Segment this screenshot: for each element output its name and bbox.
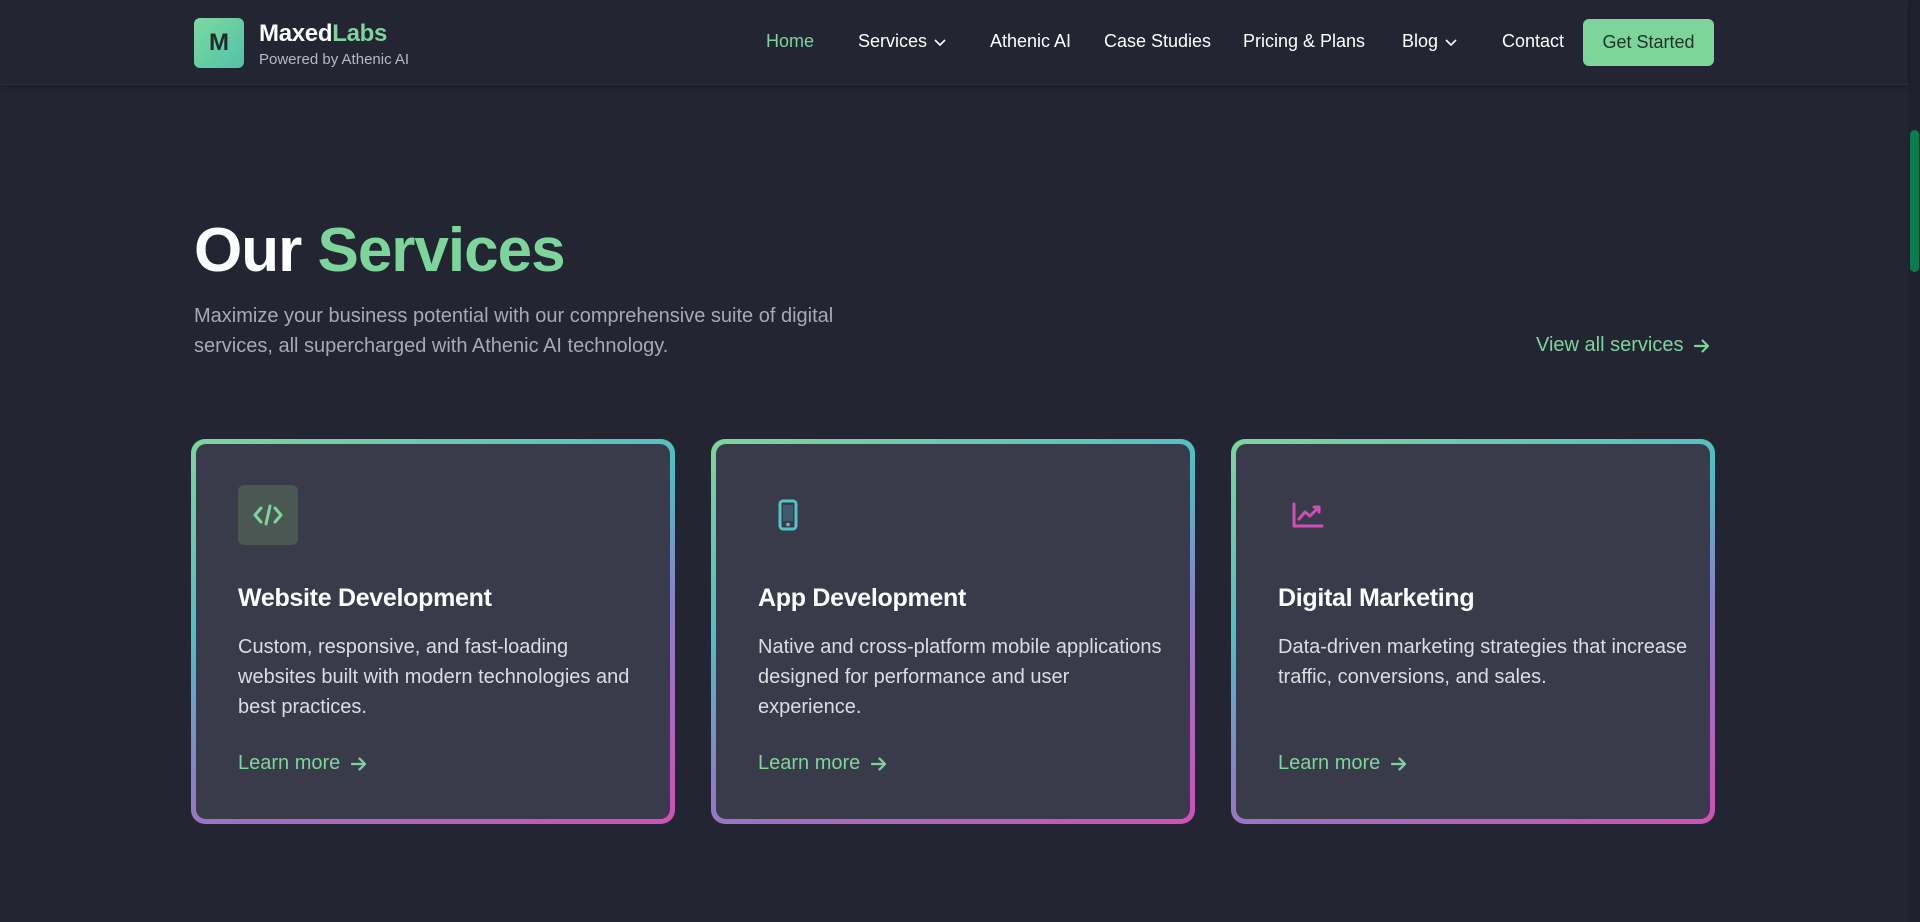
service-card-body: Website Development Custom, responsive, … — [196, 444, 670, 819]
service-card-app-development[interactable]: App Development Native and cross-platfor… — [711, 439, 1195, 824]
section-title: Our Services — [194, 215, 566, 286]
get-started-button[interactable]: Get Started — [1583, 19, 1714, 66]
nav-athenic-ai[interactable]: Athenic AI — [990, 31, 1071, 52]
service-card-title: Digital Marketing — [1278, 584, 1475, 612]
service-card-title: App Development — [758, 584, 967, 612]
learn-more-link[interactable]: Learn more — [1278, 752, 1408, 775]
service-card-title: Website Development — [238, 584, 492, 612]
learn-more-label: Learn more — [758, 752, 861, 774]
service-card-body: App Development Native and cross-platfor… — [716, 444, 1190, 819]
arrow-right-icon — [1694, 338, 1710, 353]
arrow-right-icon — [1391, 756, 1407, 771]
arrow-right-icon — [871, 756, 887, 771]
nav-case-studies[interactable]: Case Studies — [1104, 31, 1211, 52]
scrollbar-thumb[interactable] — [1910, 130, 1919, 272]
service-card-digital-marketing[interactable]: Digital Marketing Data-driven marketing … — [1231, 439, 1715, 824]
chevron-down-icon — [934, 38, 946, 46]
mobile-phone-icon — [758, 485, 818, 545]
learn-more-link[interactable]: Learn more — [758, 752, 888, 775]
nav-pricing-plans-label: Pricing & Plans — [1243, 31, 1366, 51]
view-all-services-label: View all services — [1536, 334, 1684, 356]
chart-line-icon — [1278, 485, 1338, 545]
learn-more-link[interactable]: Learn more — [238, 752, 368, 775]
nav-home-label: Home — [766, 31, 815, 51]
service-card-description: Data-driven marketing strategies that in… — [1278, 636, 1688, 688]
nav-services[interactable]: Services — [858, 31, 947, 52]
learn-more-label: Learn more — [238, 752, 341, 774]
site-header: M MaxedLabs Powered by Athenic AI Home S… — [0, 0, 1908, 85]
nav-blog-label: Blog — [1402, 31, 1439, 51]
nav-athenic-ai-label: Athenic AI — [990, 31, 1072, 51]
section-description: Maximize your business potential with ou… — [194, 305, 834, 357]
nav-blog[interactable]: Blog — [1402, 31, 1458, 52]
nav-pricing-plans[interactable]: Pricing & Plans — [1243, 31, 1365, 52]
view-all-services-link[interactable]: View all services — [1536, 334, 1711, 357]
page: M MaxedLabs Powered by Athenic AI Home S… — [0, 0, 1920, 922]
nav-contact-label: Contact — [1502, 31, 1565, 51]
nav-home[interactable]: Home — [766, 31, 814, 52]
nav-contact[interactable]: Contact — [1502, 31, 1564, 52]
arrow-right-icon — [351, 756, 367, 771]
nav-services-label: Services — [858, 31, 928, 51]
service-card-description: Native and cross-platform mobile applica… — [758, 636, 1162, 718]
service-card-body: Digital Marketing Data-driven marketing … — [1236, 444, 1710, 819]
service-card-description: Custom, responsive, and fast-loading web… — [238, 636, 630, 718]
code-icon — [238, 485, 298, 545]
service-card-website-development[interactable]: Website Development Custom, responsive, … — [191, 439, 675, 824]
section-title-plain: Our — [194, 216, 302, 285]
chevron-down-icon — [1445, 38, 1457, 46]
learn-more-label: Learn more — [1278, 752, 1381, 774]
section-title-accent: Services — [317, 216, 565, 285]
nav-case-studies-label: Case Studies — [1104, 31, 1212, 51]
vertical-scrollbar[interactable] — [1908, 0, 1920, 922]
